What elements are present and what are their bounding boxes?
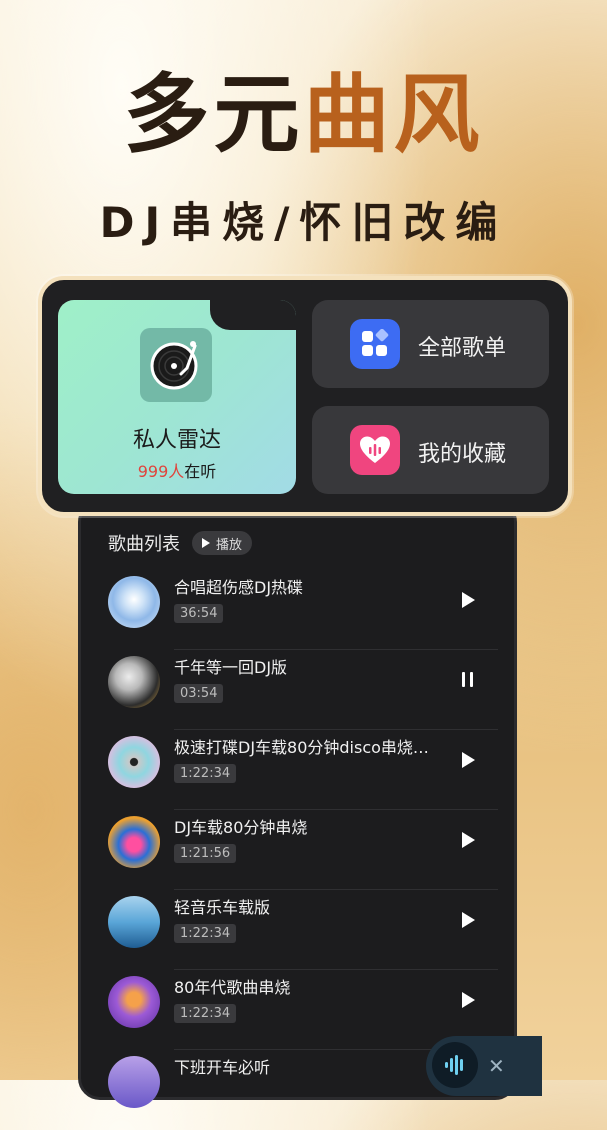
play-icon[interactable] [462,992,478,1008]
song-title: 合唱超伤感DJ热碟 [174,578,304,597]
listener-suffix: 在听 [184,462,217,481]
song-cover [108,816,160,868]
song-duration: 1:22:34 [174,924,237,943]
song-cover [108,976,160,1028]
song-title: 80年代歌曲串烧 [174,978,291,997]
song-duration: 36:54 [174,604,224,623]
pause-icon[interactable] [462,672,478,688]
song-duration: 1:22:34 [174,764,237,783]
song-cover [108,736,160,788]
list-item[interactable]: DJ车载80分钟串烧 1:21:56 [108,810,498,890]
list-header: 歌曲列表 播放 [108,530,253,556]
grid-icon [350,319,400,369]
heart-icon [350,425,400,475]
radar-label: 私人雷达 [132,428,221,453]
song-cover [108,656,160,708]
play-icon[interactable] [462,592,478,608]
my-favorites-button[interactable]: 我的收藏 [312,406,549,494]
folder-tab [210,300,296,330]
song-title: DJ车载80分钟串烧 [174,818,308,837]
play-all-label: 播放 [216,537,243,553]
list-title: 歌曲列表 [108,534,180,555]
headline: 多元曲风 [0,72,607,158]
play-icon[interactable] [462,752,478,768]
private-radar-card[interactable]: 私人雷达 999人在听 [58,300,296,494]
play-icon[interactable] [462,912,478,928]
list-item[interactable]: 合唱超伤感DJ热碟 36:54 [108,570,498,650]
list-item[interactable]: 极速打碟DJ车载80分钟disco串烧… 1:22:34 [108,730,498,810]
song-cover [108,896,160,948]
list-item[interactable]: 轻音乐车载版 1:22:34 [108,890,498,970]
song-duration: 1:21:56 [174,844,237,863]
play-all-button[interactable]: 播放 [192,531,253,555]
list-item[interactable]: 千年等一回DJ版 03:54 [108,650,498,730]
listener-number: 999人 [137,462,185,481]
song-cover [108,576,160,628]
all-playlists-button[interactable]: 全部歌单 [312,300,549,388]
list-item[interactable]: 80年代歌曲串烧 1:22:34 [108,970,498,1050]
song-title: 千年等一回DJ版 [174,658,288,677]
audio-wave-icon[interactable] [432,1042,478,1088]
listener-count: 999人在听 [58,458,296,482]
my-favorites-label: 我的收藏 [418,442,507,467]
close-icon[interactable]: ✕ [488,1056,505,1076]
song-title: 下班开车必听 [174,1058,271,1077]
headline-part2: 曲风 [303,65,484,165]
mini-player[interactable]: ✕ [426,1036,542,1096]
song-title: 轻音乐车载版 [174,898,271,917]
headline-part1: 多元 [123,65,304,165]
play-icon[interactable] [462,832,478,848]
subline: DJ串烧/怀旧改编 [99,198,508,247]
vinyl-record-icon [140,328,212,402]
play-icon [202,538,210,548]
song-cover [108,1056,160,1108]
song-duration: 1:22:34 [174,1004,237,1023]
song-duration: 03:54 [174,684,224,703]
all-playlists-label: 全部歌单 [418,336,507,361]
song-title: 极速打碟DJ车载80分钟disco串烧… [174,738,429,757]
